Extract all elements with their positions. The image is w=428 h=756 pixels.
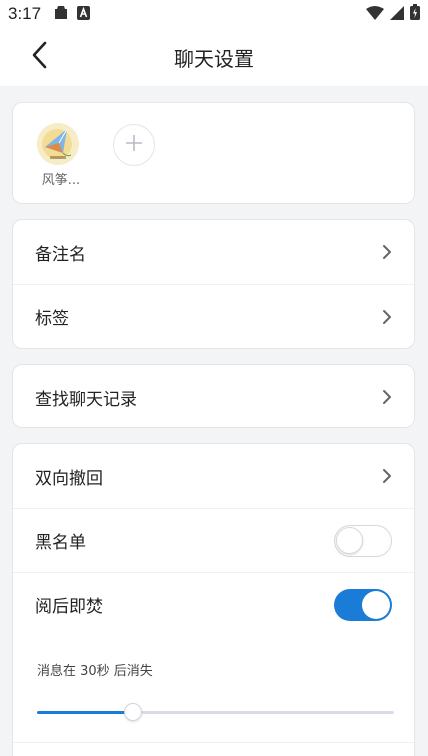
blacklist-row: 黑名单 bbox=[13, 508, 414, 572]
divider bbox=[13, 742, 414, 743]
burn-duration-text: 消息在 30秒 后消失 bbox=[37, 664, 153, 679]
plus-icon bbox=[124, 133, 144, 157]
chevron-right-icon bbox=[382, 244, 392, 260]
slider-thumb[interactable] bbox=[124, 703, 143, 721]
blacklist-label: 黑名单 bbox=[35, 533, 86, 553]
status-bar: 3:17 bbox=[0, 0, 428, 28]
notification-icon bbox=[53, 5, 69, 24]
tags-label: 标签 bbox=[35, 309, 69, 329]
signal-icon bbox=[390, 5, 404, 24]
tags-row[interactable]: 标签 bbox=[13, 284, 414, 348]
burn-after-reading-label: 阅后即焚 bbox=[35, 597, 103, 617]
privacy-settings-group: 双向撤回 黑名单 阅后即焚 消息在 30秒 后消失 bbox=[12, 443, 415, 756]
slider-fill bbox=[37, 711, 134, 714]
status-time: 3:17 bbox=[8, 4, 42, 23]
add-member-button[interactable] bbox=[113, 124, 155, 166]
remark-name-row[interactable]: 备注名 bbox=[13, 220, 414, 284]
page-title: 聊天设置 bbox=[174, 47, 254, 71]
two-way-recall-label: 双向撤回 bbox=[35, 468, 103, 489]
toggle-knob bbox=[336, 526, 363, 554]
battery-icon bbox=[410, 4, 420, 24]
kite-icon bbox=[37, 123, 79, 165]
avatar bbox=[37, 123, 79, 165]
navigation-bar: 聊天设置 bbox=[0, 28, 428, 86]
chevron-right-icon bbox=[382, 389, 392, 405]
chevron-right-icon bbox=[382, 468, 392, 484]
burn-after-reading-toggle[interactable] bbox=[334, 588, 392, 621]
blacklist-toggle[interactable] bbox=[334, 524, 392, 557]
search-history-group: 查找聊天记录 bbox=[12, 364, 415, 428]
app-icon bbox=[77, 5, 91, 24]
remark-name-label: 备注名 bbox=[35, 244, 86, 265]
member-item[interactable]: 风筝... bbox=[37, 123, 81, 188]
toggle-knob bbox=[362, 590, 390, 619]
search-chat-history-row[interactable]: 查找聊天记录 bbox=[13, 365, 414, 429]
chevron-right-icon bbox=[382, 309, 392, 325]
wifi-icon bbox=[366, 5, 384, 24]
two-way-recall-row[interactable]: 双向撤回 bbox=[13, 444, 414, 508]
contact-settings-group: 备注名 标签 bbox=[12, 219, 415, 349]
burn-duration-slider[interactable] bbox=[37, 702, 394, 722]
burn-after-reading-row: 阅后即焚 bbox=[13, 572, 414, 636]
members-card: 风筝... bbox=[12, 102, 415, 204]
search-chat-history-label: 查找聊天记录 bbox=[35, 389, 137, 410]
member-name: 风筝... bbox=[41, 173, 81, 188]
